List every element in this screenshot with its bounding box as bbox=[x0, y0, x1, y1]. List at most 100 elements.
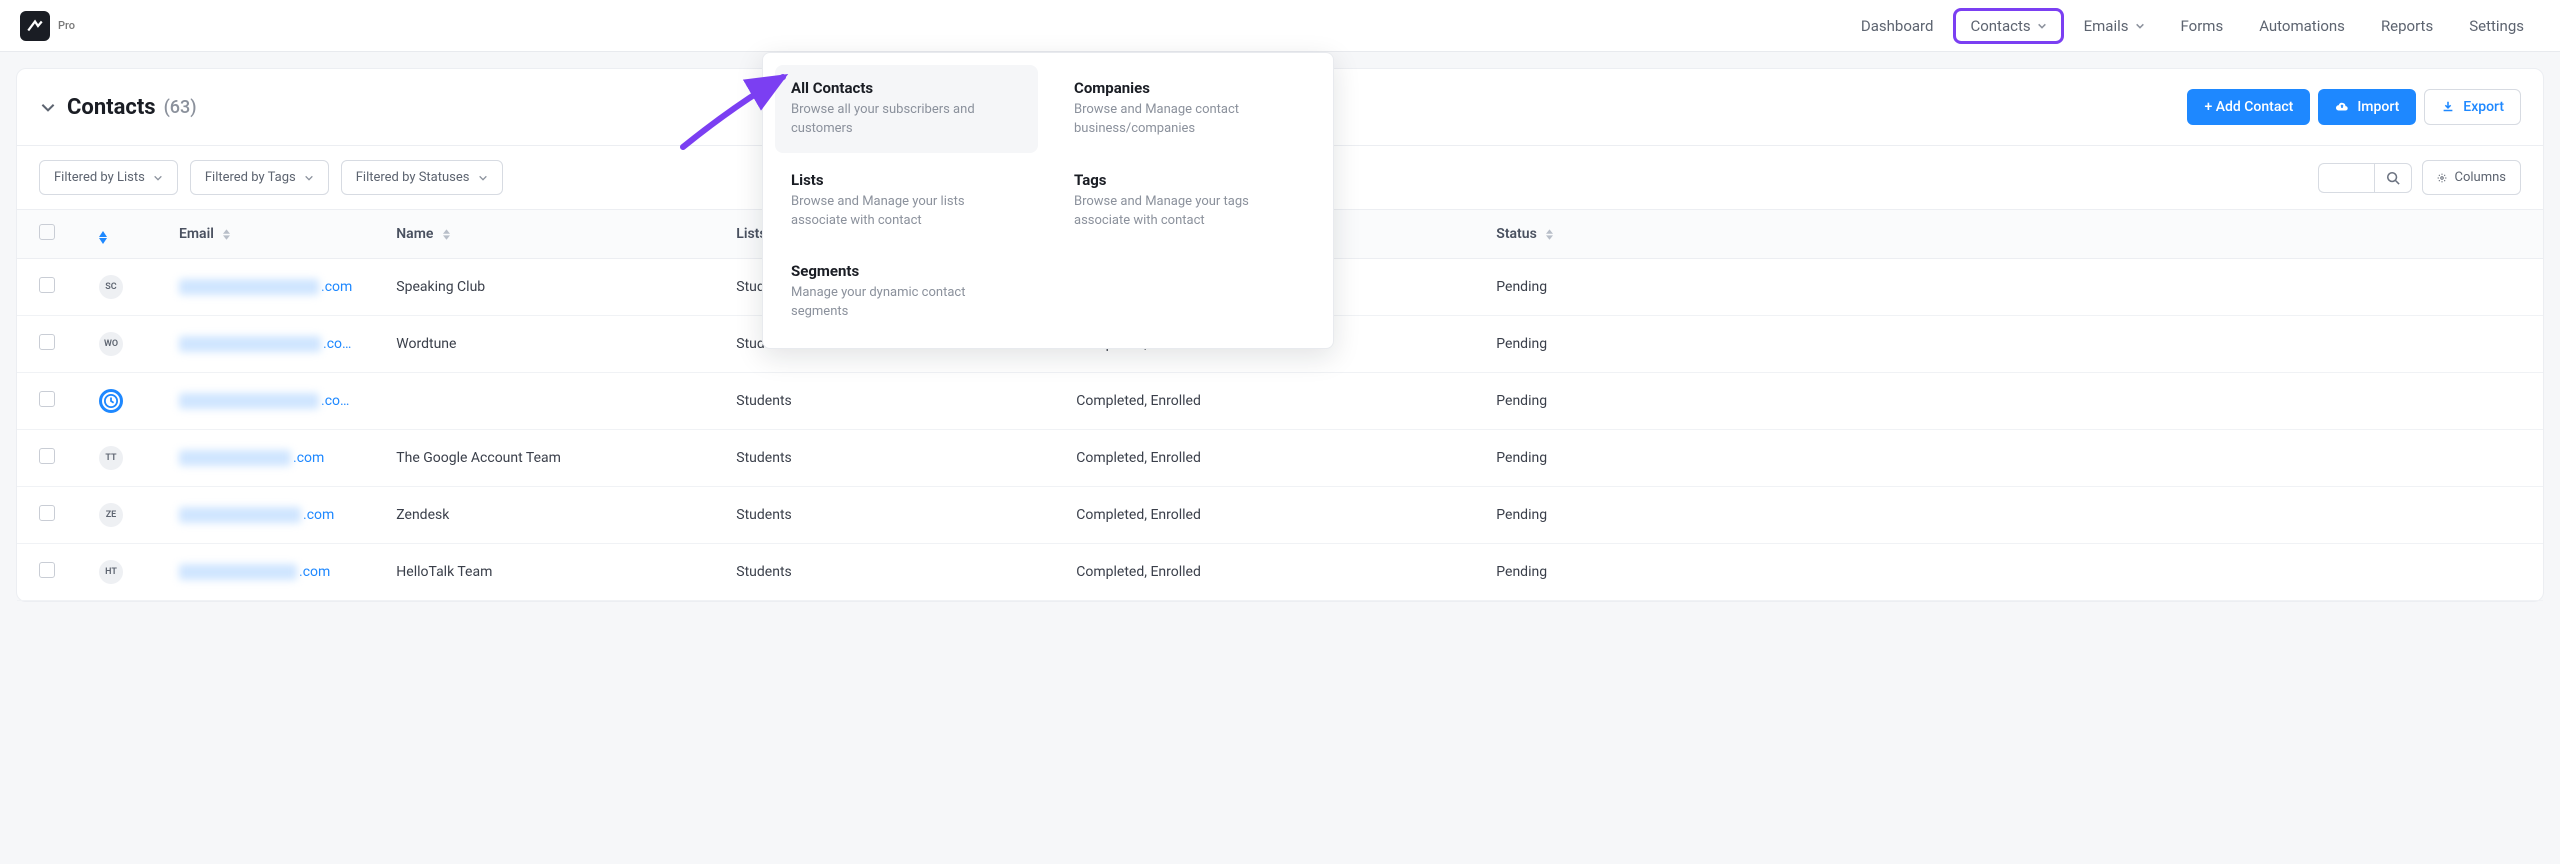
dropdown-tags[interactable]: Tags Browse and Manage your tags associa… bbox=[1058, 157, 1321, 245]
sort-icon bbox=[1546, 229, 1553, 240]
name-cell: Wordtune bbox=[374, 316, 714, 373]
chevron-down-icon bbox=[304, 173, 314, 183]
email-cell[interactable]: .co… bbox=[179, 393, 352, 409]
logo-icon bbox=[20, 11, 50, 41]
nav-emails-label: Emails bbox=[2084, 17, 2129, 35]
export-label: Export bbox=[2463, 99, 2504, 115]
avatar: TT bbox=[99, 446, 123, 470]
lists-cell: Students bbox=[714, 487, 1054, 544]
col-name[interactable]: Name bbox=[374, 210, 714, 259]
status-cell: Pending bbox=[1474, 259, 2543, 316]
nav-contacts[interactable]: Contacts bbox=[1953, 8, 2063, 44]
lists-cell: Students bbox=[714, 373, 1054, 430]
dropdown-lists[interactable]: Lists Browse and Manage your lists assoc… bbox=[775, 157, 1038, 245]
col-email[interactable]: Email bbox=[157, 210, 374, 259]
filter-tags[interactable]: Filtered by Tags bbox=[190, 160, 329, 195]
nav-forms[interactable]: Forms bbox=[2165, 9, 2240, 43]
email-cell[interactable]: .com bbox=[179, 279, 352, 295]
status-cell: Pending bbox=[1474, 316, 2543, 373]
email-redacted bbox=[179, 279, 319, 295]
tags-cell: Completed, Enrolled bbox=[1054, 544, 1474, 601]
dropdown-companies-title: Companies bbox=[1074, 79, 1305, 97]
email-suffix: .com bbox=[321, 279, 352, 295]
col-status[interactable]: Status bbox=[1474, 210, 2543, 259]
nav-automations[interactable]: Automations bbox=[2243, 9, 2361, 43]
name-cell: HelloTalk Team bbox=[374, 544, 714, 601]
email-cell[interactable]: .com bbox=[179, 564, 352, 580]
dropdown-all-contacts-title: All Contacts bbox=[791, 79, 1022, 97]
email-redacted bbox=[179, 564, 297, 580]
avatar: WO bbox=[99, 332, 123, 356]
name-cell: Zendesk bbox=[374, 487, 714, 544]
columns-button[interactable]: Columns bbox=[2422, 160, 2522, 195]
email-suffix: .com bbox=[299, 564, 330, 580]
email-cell[interactable]: .com bbox=[179, 450, 352, 466]
dropdown-all-contacts[interactable]: All Contacts Browse all your subscribers… bbox=[775, 65, 1038, 153]
select-all-checkbox[interactable] bbox=[39, 224, 55, 240]
nav-settings[interactable]: Settings bbox=[2453, 9, 2540, 43]
filter-statuses[interactable]: Filtered by Statuses bbox=[341, 160, 503, 195]
filter-tags-label: Filtered by Tags bbox=[205, 170, 296, 185]
columns-label: Columns bbox=[2455, 170, 2507, 185]
dropdown-companies[interactable]: Companies Browse and Manage contact busi… bbox=[1058, 65, 1321, 153]
lists-cell: Students bbox=[714, 430, 1054, 487]
email-redacted bbox=[179, 450, 291, 466]
filter-lists[interactable]: Filtered by Lists bbox=[39, 160, 178, 195]
sort-toggle[interactable] bbox=[99, 231, 107, 244]
chevron-down-icon bbox=[2037, 21, 2047, 31]
filter-right: Columns bbox=[2318, 160, 2522, 195]
email-redacted bbox=[179, 336, 321, 352]
row-checkbox[interactable] bbox=[39, 277, 55, 293]
avatar: SC bbox=[99, 275, 123, 299]
table-row[interactable]: ZE .com Zendesk Students Completed, Enro… bbox=[17, 487, 2543, 544]
sort-icon bbox=[223, 229, 230, 240]
download-icon bbox=[2441, 100, 2455, 114]
email-redacted bbox=[179, 507, 301, 523]
name-cell bbox=[374, 373, 714, 430]
status-cell: Pending bbox=[1474, 373, 2543, 430]
tags-cell: Completed, Enrolled bbox=[1054, 373, 1474, 430]
tags-cell: Completed, Enrolled bbox=[1054, 430, 1474, 487]
nav-contacts-label: Contacts bbox=[1970, 17, 2030, 35]
row-checkbox[interactable] bbox=[39, 391, 55, 407]
chevron-down-icon bbox=[478, 173, 488, 183]
row-checkbox[interactable] bbox=[39, 448, 55, 464]
collapse-toggle-icon[interactable] bbox=[39, 98, 57, 116]
dropdown-segments[interactable]: Segments Manage your dynamic contact seg… bbox=[775, 248, 1038, 336]
search-box bbox=[2318, 163, 2412, 193]
row-checkbox[interactable] bbox=[39, 562, 55, 578]
email-cell[interactable]: .com bbox=[179, 507, 352, 523]
export-button[interactable]: Export bbox=[2424, 89, 2521, 125]
status-cell: Pending bbox=[1474, 487, 2543, 544]
col-email-label: Email bbox=[179, 226, 214, 242]
email-suffix: .com bbox=[303, 507, 334, 523]
nav-reports[interactable]: Reports bbox=[2365, 9, 2449, 43]
email-suffix: .co… bbox=[321, 393, 349, 409]
email-cell[interactable]: .co… bbox=[179, 336, 352, 352]
sort-icon bbox=[443, 229, 450, 240]
status-cell: Pending bbox=[1474, 430, 2543, 487]
tags-cell: Completed, Enrolled bbox=[1054, 487, 1474, 544]
page-title: Contacts bbox=[67, 95, 156, 120]
cloud-upload-icon bbox=[2335, 100, 2349, 114]
table-row[interactable]: HT .com HelloTalk Team Students Complete… bbox=[17, 544, 2543, 601]
header-actions: + Add Contact Import Export bbox=[2187, 89, 2521, 125]
email-suffix: .co… bbox=[323, 336, 351, 352]
chevron-down-icon bbox=[2135, 21, 2145, 31]
status-cell: Pending bbox=[1474, 544, 2543, 601]
table-row[interactable]: TT .com The Google Account Team Students… bbox=[17, 430, 2543, 487]
import-label: Import bbox=[2357, 99, 2399, 115]
name-cell: The Google Account Team bbox=[374, 430, 714, 487]
import-button[interactable]: Import bbox=[2318, 89, 2416, 125]
table-row[interactable]: .co… Students Completed, Enrolled Pendin… bbox=[17, 373, 2543, 430]
row-checkbox[interactable] bbox=[39, 334, 55, 350]
nav-emails[interactable]: Emails bbox=[2068, 9, 2161, 43]
chevron-down-icon bbox=[153, 173, 163, 183]
row-checkbox[interactable] bbox=[39, 505, 55, 521]
add-contact-button[interactable]: + Add Contact bbox=[2187, 89, 2310, 125]
dropdown-segments-title: Segments bbox=[791, 262, 1022, 280]
nav-dashboard[interactable]: Dashboard bbox=[1845, 9, 1950, 43]
email-suffix: .com bbox=[293, 450, 324, 466]
search-button[interactable] bbox=[2374, 163, 2412, 193]
search-input[interactable] bbox=[2318, 163, 2374, 193]
